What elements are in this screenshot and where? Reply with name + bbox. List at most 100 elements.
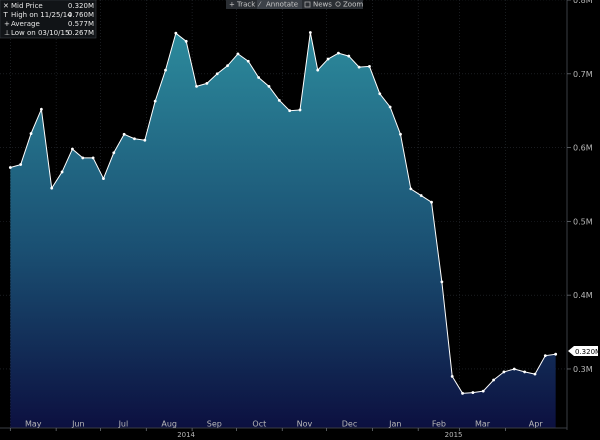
y-tick-label: 0.4M	[573, 291, 593, 300]
x-tick-label: Sep	[207, 420, 222, 429]
mid-price-icon: ✕	[3, 2, 9, 10]
toolbar-track-button[interactable]: + Track	[229, 1, 256, 9]
toolbar-annotate-button[interactable]: ⁄ Annotate	[257, 0, 302, 9]
data-point	[288, 109, 292, 113]
data-point	[419, 194, 423, 197]
legend-high-value: 0.760M	[68, 11, 94, 19]
legend-mid-price-label: Mid Price	[11, 2, 43, 10]
data-point	[267, 84, 271, 88]
data-point	[388, 105, 392, 109]
y-tick-label: 0.6M	[573, 144, 593, 153]
data-point	[112, 151, 116, 155]
legend-item-low: ⊥ Low on 03/10/15 0.267M	[4, 29, 94, 37]
data-point	[399, 132, 402, 136]
data-point	[39, 107, 43, 111]
legend-average-value: 0.577M	[68, 20, 94, 28]
low-marker-icon: ⊥	[4, 29, 10, 37]
data-point	[174, 31, 178, 35]
data-point	[71, 147, 74, 151]
data-point	[347, 54, 351, 58]
data-point	[450, 374, 454, 378]
data-point	[153, 99, 157, 103]
toolbar-annotate-label: Annotate	[266, 1, 298, 9]
data-point	[308, 31, 312, 34]
toolbar-track-label: Track	[236, 1, 256, 9]
data-point	[502, 370, 506, 374]
data-point	[50, 186, 54, 190]
toolbar-news-label: News	[313, 1, 332, 9]
data-point	[316, 68, 320, 72]
x-tick-label: Aug	[161, 420, 177, 429]
data-point	[277, 98, 281, 102]
data-point	[215, 72, 219, 76]
chart-container: 0.3M 0.4M 0.5M 0.6M 0.7M 0.8M May Jun Jul Aug Sep…	[0, 0, 600, 440]
data-point	[543, 354, 547, 358]
chart-toolbar: + Track ⁄ Annotate News Zoom	[226, 0, 363, 9]
y-tick-label: 0.8M	[573, 0, 593, 5]
data-point	[205, 81, 209, 85]
x-year-label: 2014	[177, 431, 195, 439]
average-icon: +	[4, 20, 10, 28]
legend-average-label: Average	[11, 20, 40, 28]
data-point	[29, 132, 33, 135]
x-tick-label: Oct	[252, 420, 266, 429]
x-tick-label: Jun	[71, 420, 85, 429]
data-point	[554, 352, 558, 356]
legend-item-high: T High on 11/25/14 0.760M	[3, 11, 95, 19]
x-tick-label: Mar	[475, 420, 491, 429]
x-tick-label: Jul	[118, 420, 129, 429]
x-tick-label: Feb	[432, 420, 446, 429]
data-point	[337, 51, 340, 55]
data-point	[461, 391, 464, 395]
data-point	[430, 200, 433, 204]
legend-mid-price-value: 0.320M	[68, 2, 94, 10]
data-point	[326, 57, 330, 61]
data-point	[102, 177, 105, 180]
last-value-tag: 0.320M	[568, 346, 600, 356]
data-point	[523, 370, 527, 374]
data-point	[236, 52, 240, 56]
data-point	[471, 391, 475, 394]
data-point	[298, 108, 302, 112]
data-point	[481, 389, 485, 393]
y-tick-label: 0.5M	[573, 217, 593, 226]
data-point	[81, 156, 85, 160]
data-point	[368, 65, 371, 68]
data-point	[195, 84, 198, 88]
data-point	[440, 280, 444, 284]
legend-low-label: Low on 03/10/15	[11, 29, 69, 37]
chart-svg: 0.3M 0.4M 0.5M 0.6M 0.7M 0.8M May Jun Jul Aug Sep…	[0, 0, 600, 439]
y-tick-label: 0.3M	[573, 365, 593, 374]
data-point	[512, 367, 516, 371]
x-tick-label: Jan	[388, 420, 401, 429]
data-point	[91, 156, 95, 160]
data-point	[8, 166, 12, 169]
data-point	[60, 170, 64, 174]
data-point	[246, 59, 250, 63]
high-marker-icon: T	[3, 11, 9, 19]
data-point	[19, 163, 23, 166]
x-tick-label: Nov	[297, 420, 313, 429]
data-point	[184, 39, 188, 43]
data-point	[257, 76, 261, 79]
crosshair-icon: +	[229, 1, 235, 9]
data-point	[357, 65, 361, 69]
data-point	[409, 187, 413, 191]
x-tick-label: Dec	[342, 420, 357, 429]
data-point	[492, 378, 495, 382]
x-year-label: 2015	[445, 431, 463, 439]
last-value-label: 0.320M	[575, 348, 600, 356]
data-point	[533, 372, 537, 376]
data-point	[143, 138, 147, 142]
toolbar-zoom-label: Zoom	[343, 1, 363, 9]
y-axis-ticks: 0.3M 0.4M 0.5M 0.6M 0.7M 0.8M	[567, 0, 593, 374]
y-tick-label: 0.7M	[573, 70, 593, 79]
legend-box: ✕ Mid Price 0.320M T High on 11/25/14 0.…	[0, 0, 97, 39]
data-point	[122, 132, 126, 136]
data-point	[164, 68, 167, 72]
x-tick-label: Apr	[529, 420, 544, 429]
legend-low-value: 0.267M	[68, 29, 94, 37]
x-tick-label: May	[25, 420, 42, 429]
data-point	[133, 137, 136, 141]
legend-high-label: High on 11/25/14	[11, 11, 72, 19]
